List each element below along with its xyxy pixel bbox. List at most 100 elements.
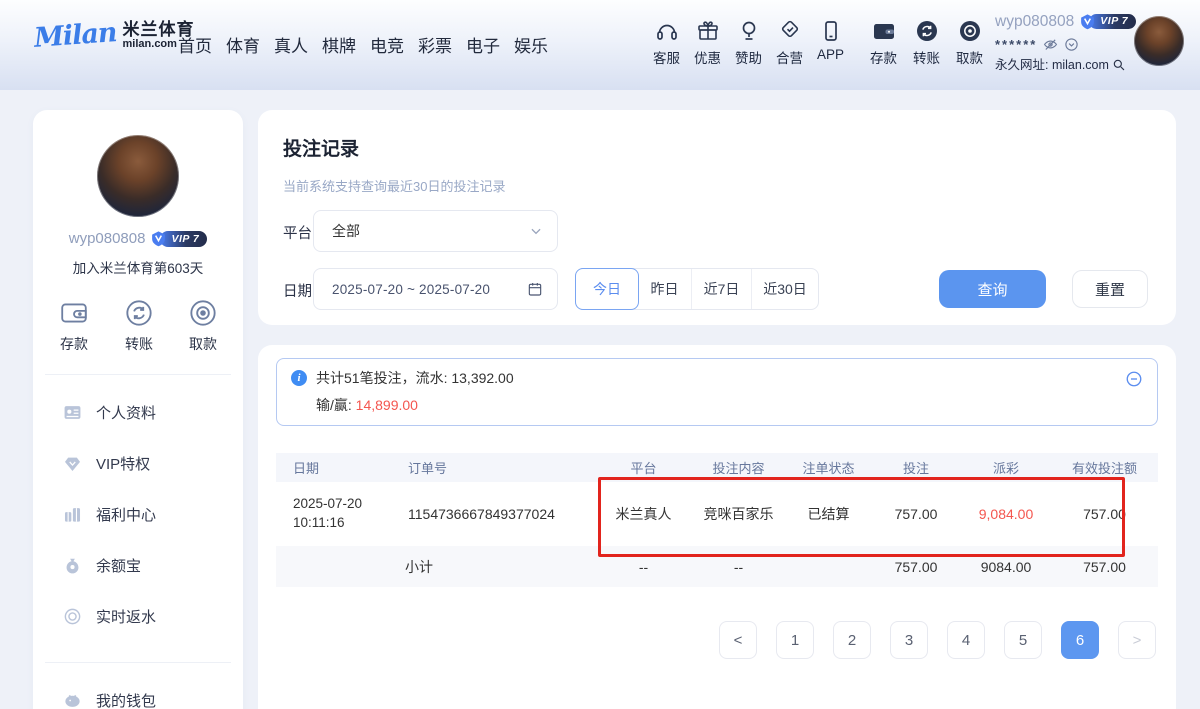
sidebar-transfer-button[interactable]: 转账 <box>125 299 153 354</box>
logo-script-text: Milan <box>33 17 117 54</box>
pagination: < 1 2 3 4 5 6 > <box>276 621 1158 659</box>
winloss-label: 输/赢: <box>316 397 356 413</box>
col-platform: 平台 <box>596 458 691 477</box>
col-order-no: 订单号 <box>391 458 596 477</box>
page-title: 投注记录 <box>283 134 359 161</box>
piggy-bank-icon <box>63 691 82 709</box>
date-label: 日期: <box>283 280 316 301</box>
vip-shield-icon <box>1079 13 1096 30</box>
date-range-value: 2025-07-20 ~ 2025-07-20 <box>332 282 527 297</box>
bet-records-panel: i 共计51笔投注，流水: 13,392.00 输/赢: 14,899.00 日… <box>258 345 1176 709</box>
nav-chess[interactable]: 棋牌 <box>320 32 358 57</box>
sidebar-item-my-wallet[interactable]: 我的钱包 <box>33 675 243 709</box>
pagination-page-3[interactable]: 3 <box>890 621 928 659</box>
cell-bet: 757.00 <box>871 506 961 522</box>
range-30days[interactable]: 近30日 <box>752 269 818 309</box>
site-logo[interactable]: Milan 米兰体育 milan.com <box>34 20 195 51</box>
transfer-link[interactable]: 转账 <box>906 17 947 67</box>
joined-days-label: 加入米兰体育第603天 <box>33 257 243 277</box>
withdraw-circle-icon <box>958 17 982 43</box>
deposit-link[interactable]: 存款 <box>863 17 904 67</box>
sidebar-quick-actions: 存款 转账 取款 <box>33 299 243 354</box>
cell-status: 已结算 <box>786 504 871 524</box>
trophy-icon <box>737 17 761 43</box>
partnership-link[interactable]: 合营 <box>769 17 810 67</box>
wallet-outline-icon <box>59 299 89 327</box>
nav-home[interactable]: 首页 <box>176 32 214 57</box>
pagination-prev[interactable]: < <box>719 621 757 659</box>
pagination-page-2[interactable]: 2 <box>833 621 871 659</box>
nav-entertainment[interactable]: 娱乐 <box>512 32 550 57</box>
user-info: wyp080808 VIP 7 ****** 永久网址: milan.com <box>995 13 1136 72</box>
vip-gem-icon <box>63 454 82 473</box>
nav-live[interactable]: 真人 <box>272 32 310 57</box>
vip-shield-icon <box>150 230 167 247</box>
platform-selected-value: 全部 <box>332 221 529 241</box>
collapse-icon[interactable] <box>1125 370 1143 388</box>
pagination-page-1[interactable]: 1 <box>776 621 814 659</box>
header-avatar[interactable] <box>1134 16 1184 66</box>
username[interactable]: wyp080808 <box>995 14 1074 30</box>
pagination-next[interactable]: > <box>1118 621 1156 659</box>
sidebar-withdraw-button[interactable]: 取款 <box>189 299 217 354</box>
money-pouch-icon <box>63 556 82 575</box>
pagination-page-6-active[interactable]: 6 <box>1061 621 1099 659</box>
sidebar-deposit-button[interactable]: 存款 <box>59 299 89 354</box>
winloss-value: 14,899.00 <box>356 397 418 413</box>
page-subtitle: 当前系统支持查询最近30日的投注记录 <box>283 176 505 195</box>
cell-date: 2025-07-20 10:11:16 <box>276 495 391 533</box>
circle-chevron-icon[interactable] <box>1064 37 1079 52</box>
col-content: 投注内容 <box>691 458 786 477</box>
eye-off-icon[interactable] <box>1043 37 1058 52</box>
range-7days[interactable]: 近7日 <box>692 269 752 309</box>
nav-lottery[interactable]: 彩票 <box>416 32 454 57</box>
promo-link[interactable]: 优惠 <box>687 17 728 67</box>
sidebar-avatar[interactable] <box>97 135 179 217</box>
nav-esports[interactable]: 电竞 <box>368 32 406 57</box>
range-today[interactable]: 今日 <box>575 268 639 310</box>
sidebar-item-welfare[interactable]: 福利中心 <box>33 489 243 540</box>
date-quick-ranges: 今日 昨日 近7日 近30日 <box>575 268 819 310</box>
sidebar-item-profile[interactable]: 个人资料 <box>33 387 243 438</box>
service-link[interactable]: 客服 <box>646 17 687 67</box>
main-nav: 首页 体育 真人 棋牌 电竞 彩票 电子 娱乐 <box>176 32 550 57</box>
bet-table: 日期 订单号 平台 投注内容 注单状态 投注 派彩 有效投注额 2025-07-… <box>276 453 1158 587</box>
withdraw-link[interactable]: 取款 <box>949 17 990 67</box>
sponsor-link[interactable]: 赞助 <box>728 17 769 67</box>
magnifier-icon[interactable] <box>1112 58 1126 72</box>
nav-sports[interactable]: 体育 <box>224 32 262 57</box>
table-header-row: 日期 订单号 平台 投注内容 注单状态 投注 派彩 有效投注额 <box>276 453 1158 482</box>
col-date: 日期 <box>276 458 391 477</box>
sidebar-item-yuebao[interactable]: 余额宝 <box>33 540 243 591</box>
subtotal-platform: -- <box>596 559 691 575</box>
platform-label: 平台: <box>283 222 316 243</box>
reset-button[interactable]: 重置 <box>1072 270 1148 308</box>
range-yesterday[interactable]: 昨日 <box>638 269 692 309</box>
subtotal-valid-bet: 757.00 <box>1051 559 1158 575</box>
app-link[interactable]: APP <box>810 17 851 67</box>
sidebar-vip-badge: VIP 7 <box>150 230 207 247</box>
sidebar-vip-level: VIP 7 <box>160 231 207 247</box>
subtotal-row: 小计 -- -- 757.00 9084.00 757.00 <box>276 546 1158 587</box>
sidebar-item-vip[interactable]: VIP特权 <box>33 438 243 489</box>
subtotal-bet: 757.00 <box>871 559 961 575</box>
pagination-page-5[interactable]: 5 <box>1004 621 1042 659</box>
smartphone-icon <box>819 17 843 43</box>
pagination-page-4[interactable]: 4 <box>947 621 985 659</box>
welfare-gift-icon <box>63 505 82 524</box>
subtotal-content: -- <box>691 559 786 575</box>
sidebar-item-rebate[interactable]: 实时返水 <box>33 591 243 642</box>
nav-slots[interactable]: 电子 <box>464 32 502 57</box>
info-icon: i <box>291 370 307 386</box>
filter-panel: 投注记录 当前系统支持查询最近30日的投注记录 平台: 全部 日期: 2025-… <box>258 110 1176 325</box>
date-range-input[interactable]: 2025-07-20 ~ 2025-07-20 <box>313 268 558 310</box>
subtotal-label: 小计 <box>391 557 596 577</box>
handshake-icon <box>778 17 802 43</box>
col-payout: 派彩 <box>961 458 1051 477</box>
summary-totals: 共计51笔投注，流水: 13,392.00 <box>316 368 514 388</box>
summary-banner: i 共计51笔投注，流水: 13,392.00 输/赢: 14,899.00 <box>276 358 1158 426</box>
platform-select[interactable]: 全部 <box>313 210 558 252</box>
col-status: 注单状态 <box>786 458 871 477</box>
query-button[interactable]: 查询 <box>939 270 1046 308</box>
sidebar-menu: 个人资料 VIP特权 福利中心 余额宝 实时返水 <box>33 375 243 642</box>
